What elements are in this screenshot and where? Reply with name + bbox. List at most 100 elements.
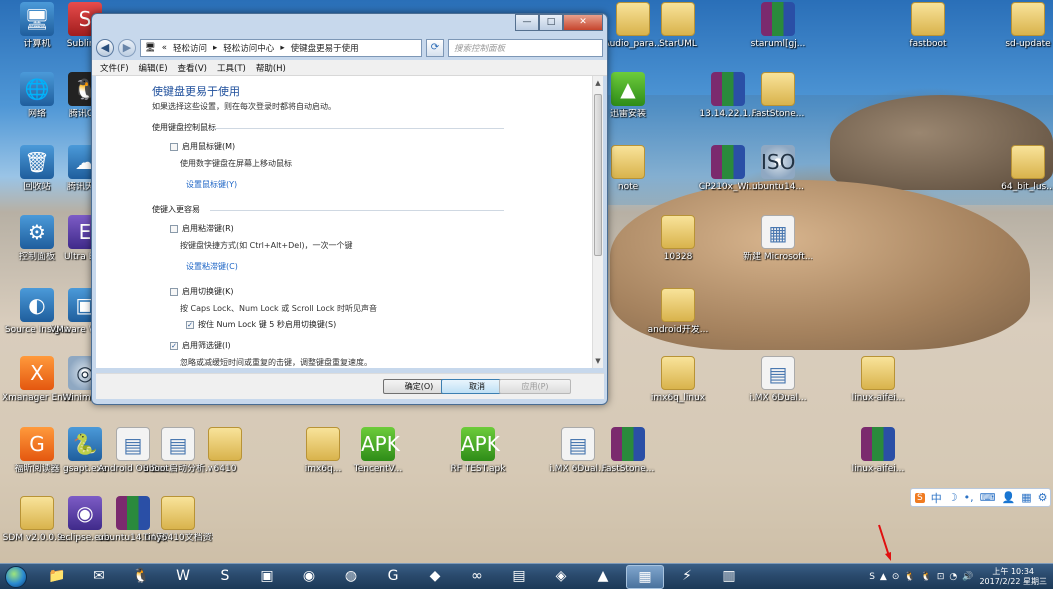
desktop-icon[interactable]: sd-update xyxy=(993,2,1053,50)
apply-button[interactable]: 应用(P) xyxy=(499,379,571,394)
scroll-thumb[interactable] xyxy=(594,94,602,256)
breadcrumb-ease-of-access-center[interactable]: 轻松访问中心 xyxy=(223,42,274,54)
togglekeys-numlock-label[interactable]: 按住 Num Lock 键 5 秒启用切换键(S) xyxy=(198,319,336,330)
taskbar-app-button[interactable]: ✉ xyxy=(80,565,118,589)
taskbar-app-button[interactable]: 🐧 xyxy=(122,565,160,589)
mousekeys-label[interactable]: 启用鼠标键(M) xyxy=(182,141,235,152)
stickykeys-checkbox[interactable] xyxy=(170,224,178,233)
desktop-icon[interactable]: staruml[gj... xyxy=(743,2,813,50)
navigation-bar: ◀ ▶ 🖥 « 轻松访问 ▸ 轻松访问中心 ▸ 使键盘更易于使用 ⟳ 搜索控制面… xyxy=(92,36,607,60)
minimize-button[interactable]: — xyxy=(515,14,539,31)
menu-file[interactable]: 文件(F) xyxy=(100,62,129,74)
breadcrumb-current-page[interactable]: 使键盘更易于使用 xyxy=(291,42,359,54)
desktop-icon[interactable]: FastStone... xyxy=(743,72,813,120)
tray-icon[interactable]: ⊡ xyxy=(937,572,945,582)
taskbar-app-button[interactable]: ◉ xyxy=(290,565,328,589)
scroll-down-icon[interactable]: ▼ xyxy=(593,356,603,366)
gear-icon[interactable]: ⚙ xyxy=(1038,491,1048,504)
taskbar-app-button[interactable]: ∞ xyxy=(458,565,496,589)
tray-icon[interactable]: ▲ xyxy=(880,572,887,582)
keyboard-icon[interactable]: ⌨ xyxy=(980,491,996,504)
desktop-icon[interactable]: imx6q_linux xyxy=(643,356,713,404)
refresh-button[interactable]: ⟳ xyxy=(426,39,444,57)
taskbar-app-button[interactable]: ▤ xyxy=(500,565,538,589)
togglekeys-numlock-checkbox[interactable]: ✓ xyxy=(186,320,194,329)
taskbar-app-button[interactable]: ▣ xyxy=(248,565,286,589)
taskbar-app-button[interactable]: ◈ xyxy=(542,565,580,589)
stickykeys-settings-link[interactable]: 设置粘滞键(C) xyxy=(186,261,594,272)
moon-icon[interactable]: ☽ xyxy=(948,491,958,504)
clock[interactable]: 上午 10:34 2017/2/22 星期三 xyxy=(979,567,1047,587)
taskbar-app-button[interactable]: ▲ xyxy=(584,565,622,589)
taskbar-app-button[interactable]: ◍ xyxy=(332,565,370,589)
desktop-icon[interactable]: APK TencentV... xyxy=(343,427,413,475)
taskbar-app-button[interactable]: W xyxy=(164,565,202,589)
togglekeys-checkbox[interactable] xyxy=(170,287,178,296)
ime-language-toggle[interactable]: 中 xyxy=(931,490,942,506)
desktop-icon[interactable]: StarUML xyxy=(643,2,713,50)
desktop-icon[interactable]: 10328 xyxy=(643,215,713,263)
breadcrumb-separator[interactable]: ▸ xyxy=(213,43,217,53)
desktop-icon[interactable]: FastStone... xyxy=(593,427,663,475)
stickykeys-label[interactable]: 启用粘滞键(R) xyxy=(182,223,234,234)
mousekeys-settings-link[interactable]: 设置鼠标键(Y) xyxy=(186,179,594,190)
tray-icon[interactable]: ◔ xyxy=(949,572,957,582)
user-icon[interactable]: 👤 xyxy=(1001,491,1015,504)
breadcrumb-separator[interactable]: ▸ xyxy=(280,43,284,53)
desktop-icon[interactable]: ISO ubuntu14... xyxy=(743,145,813,193)
desktop-icon[interactable]: linux-aifei... xyxy=(843,427,913,475)
start-button[interactable] xyxy=(2,564,30,589)
taskbar-app-button[interactable]: 📁 xyxy=(38,565,76,589)
taskbar-app-button[interactable]: ▦ xyxy=(626,565,664,589)
desktop-icon[interactable]: ▦ 新建 Microsoft... xyxy=(743,215,813,263)
punctuation-icon[interactable]: •, xyxy=(964,491,974,504)
stickykeys-option[interactable]: 启用粘滞键(R) xyxy=(170,223,594,234)
togglekeys-option[interactable]: 启用切换键(K) xyxy=(170,286,594,297)
taskbar-app-button[interactable]: G xyxy=(374,565,412,589)
desktop-icon[interactable]: fastboot xyxy=(893,2,963,50)
desktop-icon[interactable]: 6410 xyxy=(190,427,260,475)
desktop-icon[interactable]: Tiny6410文档资料 xyxy=(143,496,213,544)
filterkeys-option[interactable]: ✓ 启用筛选键(I) xyxy=(170,340,594,351)
ime-toolbar: S 中 ☽ •, ⌨ 👤 ▦ ⚙ xyxy=(910,488,1051,507)
menu-edit[interactable]: 编辑(E) xyxy=(139,62,168,74)
mousekeys-option[interactable]: 启用鼠标键(M) xyxy=(170,141,594,152)
tray-icon[interactable]: 🐧 xyxy=(921,572,932,582)
taskbar-app-button[interactable]: S xyxy=(206,565,244,589)
menu-tools[interactable]: 工具(T) xyxy=(217,62,246,74)
breadcrumb-ease-of-access[interactable]: 轻松访问 xyxy=(173,42,207,54)
search-input[interactable]: 搜索控制面板 xyxy=(448,39,603,57)
tray-icon[interactable]: 🐧 xyxy=(904,572,915,582)
menu-view[interactable]: 查看(V) xyxy=(178,62,207,74)
desktop-icon-image xyxy=(661,356,695,390)
address-bar[interactable]: 🖥 « 轻松访问 ▸ 轻松访问中心 ▸ 使键盘更易于使用 xyxy=(140,39,422,57)
close-button[interactable]: ✕ xyxy=(563,14,603,31)
desktop-icon-label: ubuntu14... xyxy=(751,182,805,192)
window-titlebar[interactable]: — □ ✕ xyxy=(92,14,607,36)
breadcrumb-overflow[interactable]: « xyxy=(162,43,167,53)
tray-icon[interactable]: ⊙ xyxy=(892,572,900,582)
togglekeys-label[interactable]: 启用切换键(K) xyxy=(182,286,234,297)
taskbar-app-button[interactable]: ▥ xyxy=(710,565,748,589)
menu-help[interactable]: 帮助(H) xyxy=(256,62,286,74)
taskbar-app-button[interactable]: ⚡ xyxy=(668,565,706,589)
filterkeys-checkbox[interactable]: ✓ xyxy=(170,341,178,350)
vertical-scrollbar[interactable]: ▲ ▼ xyxy=(592,76,603,368)
maximize-button[interactable]: □ xyxy=(539,14,563,31)
sogou-logo-icon[interactable]: S xyxy=(915,492,925,503)
mousekeys-checkbox[interactable] xyxy=(170,142,178,151)
desktop-icon[interactable]: ▤ i.MX 6Dual... xyxy=(743,356,813,404)
filterkeys-label[interactable]: 启用筛选键(I) xyxy=(182,340,231,351)
desktop-icon[interactable]: 64_bit_lus... xyxy=(993,145,1053,193)
grid-icon[interactable]: ▦ xyxy=(1021,491,1031,504)
desktop-icon[interactable]: android开发... xyxy=(643,288,713,336)
tray-icon[interactable]: 🔊 xyxy=(962,572,973,582)
back-button[interactable]: ◀ xyxy=(96,39,114,57)
desktop-icon[interactable]: APK RF TEST.apk xyxy=(443,427,513,475)
forward-button[interactable]: ▶ xyxy=(118,39,136,57)
tray-icon[interactable]: S xyxy=(869,572,875,582)
scroll-up-icon[interactable]: ▲ xyxy=(593,78,603,88)
taskbar-app-button[interactable]: ◆ xyxy=(416,565,454,589)
togglekeys-numlock-option[interactable]: ✓ 按住 Num Lock 键 5 秒启用切换键(S) xyxy=(186,319,594,330)
desktop-icon[interactable]: linux-aifei... xyxy=(843,356,913,404)
